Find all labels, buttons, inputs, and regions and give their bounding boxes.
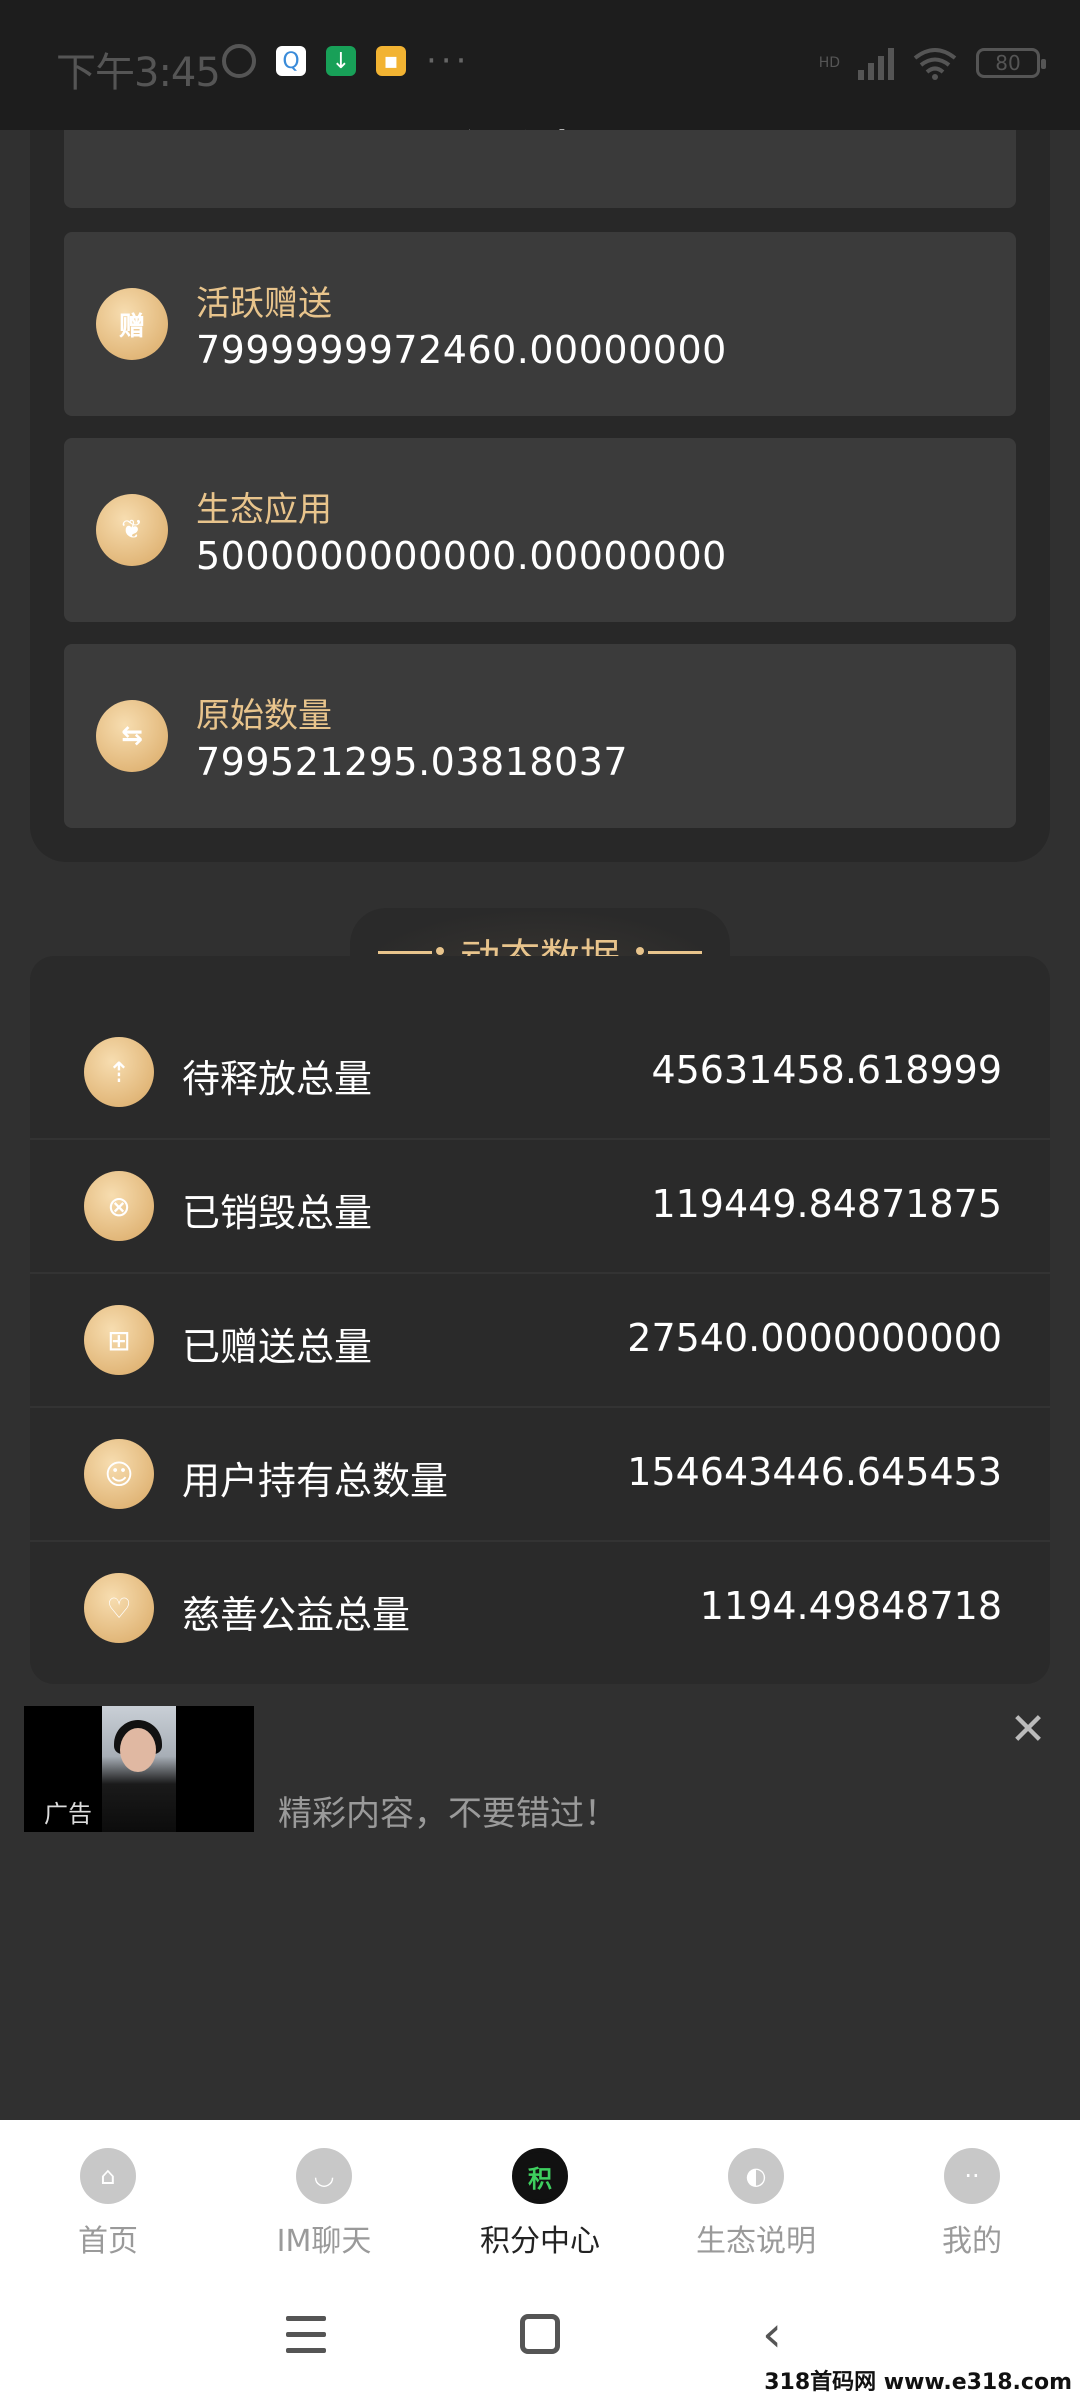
card-value: 7999999972460.00000000 bbox=[196, 328, 727, 372]
globe-leaf-icon: ❦ bbox=[96, 494, 168, 566]
profile-face-icon: ·· bbox=[944, 2148, 1000, 2204]
status-time: 下午3:45 bbox=[56, 50, 221, 96]
document-delete-icon: ⊗ bbox=[84, 1171, 154, 1241]
heart-hand-icon: ♡ bbox=[84, 1573, 154, 1643]
battery-icon: 80 bbox=[976, 48, 1046, 78]
stat-row-pending-release: ⇡ 待释放总量 45631458.618999 bbox=[30, 1006, 1050, 1140]
stat-label: 已销毁总量 bbox=[182, 1191, 373, 1235]
home-icon: ⌂ bbox=[80, 2148, 136, 2204]
system-nav-bar: ‹ 318首码网 www.e318.com bbox=[0, 2280, 1080, 2400]
tab-home[interactable]: ⌂ 首页 bbox=[18, 2148, 198, 2260]
ad-banner[interactable]: 广告 精彩内容，不要错过！ ✕ bbox=[24, 1706, 1064, 1836]
ad-person-face bbox=[120, 1728, 156, 1772]
message-notification-icon: ▪ bbox=[376, 46, 406, 76]
stat-row-charity: ♡ 慈善公益总量 1194.49848718 bbox=[30, 1542, 1050, 1676]
gift-badge-icon: 赠 bbox=[96, 288, 168, 360]
tab-points-center[interactable]: 积 积分中心 bbox=[450, 2148, 630, 2260]
bottom-tab-bar: ⌂ 首页 ◡ IM聊天 积 积分中心 ◐ 生态说明 ·· 我的 bbox=[0, 2120, 1080, 2280]
ad-text[interactable]: 精彩内容，不要错过！ bbox=[278, 1786, 618, 1835]
stat-row-gifted: ⊞ 已赠送总量 27540.0000000000 bbox=[30, 1274, 1050, 1408]
back-button[interactable]: ‹ bbox=[762, 2309, 782, 2359]
card-label: 生态应用 bbox=[196, 490, 332, 530]
stat-value: 27540.0000000000 bbox=[627, 1316, 1002, 1360]
stat-label: 待释放总量 bbox=[182, 1057, 373, 1101]
status-system-icons: HD 80 bbox=[818, 46, 1046, 80]
network-type: HD bbox=[818, 55, 840, 71]
stat-row-user-holdings: ☺ 用户持有总数量 154643446.645453 bbox=[30, 1408, 1050, 1542]
card-label: 原始数量 bbox=[196, 696, 332, 736]
tab-label: IM聊天 bbox=[276, 2224, 372, 2259]
card-active-gift: 赠 活跃赠送 7999999972460.00000000 bbox=[64, 232, 1016, 416]
status-bar: 下午3:45 Q ↓ ▪ ··· HD 80 积分中心 bbox=[0, 0, 1080, 178]
card-original-amount: ⇆ 原始数量 799521295.03818037 bbox=[64, 644, 1016, 828]
stat-row-destroyed: ⊗ 已销毁总量 119449.84871875 bbox=[30, 1140, 1050, 1274]
alarm-icon bbox=[222, 44, 256, 78]
stat-value: 1194.49848718 bbox=[699, 1584, 1002, 1628]
signal-icon bbox=[858, 46, 894, 80]
stat-label: 慈善公益总量 bbox=[182, 1593, 411, 1637]
tab-label: 首页 bbox=[78, 2224, 138, 2259]
home-button[interactable] bbox=[520, 2314, 560, 2354]
ad-tag: 广告 bbox=[44, 1800, 92, 1828]
points-center-icon: 积 bbox=[512, 2148, 568, 2204]
ad-video-thumbnail[interactable]: 广告 bbox=[24, 1706, 254, 1832]
card-label: 活跃赠送 bbox=[196, 284, 332, 324]
stat-value: 119449.84871875 bbox=[651, 1182, 1002, 1226]
status-notification-icons: Q ↓ ▪ ··· bbox=[222, 44, 470, 78]
dynamic-data-panel: ⇡ 待释放总量 45631458.618999 ⊗ 已销毁总量 119449.8… bbox=[30, 956, 1050, 1684]
app-notification-icon: Q bbox=[276, 46, 306, 76]
stat-label: 用户持有总数量 bbox=[182, 1459, 449, 1503]
card-ecosystem-app: ❦ 生态应用 5000000000000.00000000 bbox=[64, 438, 1016, 622]
wifi-icon bbox=[913, 48, 957, 80]
tab-label: 我的 bbox=[942, 2224, 1002, 2259]
card-value: 799521295.03818037 bbox=[196, 740, 629, 784]
tab-label: 生态说明 bbox=[696, 2224, 816, 2259]
card-transfer-icon: ⇆ bbox=[96, 700, 168, 772]
download-icon: ↓ bbox=[326, 46, 356, 76]
card-value: 5000000000000.00000000 bbox=[196, 534, 727, 578]
partial-card bbox=[64, 130, 1016, 208]
assets-panel: 赠 活跃赠送 7999999972460.00000000 ❦ 生态应用 500… bbox=[30, 130, 1050, 862]
folder-upload-icon: ⇡ bbox=[84, 1037, 154, 1107]
more-notifications-icon: ··· bbox=[426, 41, 471, 81]
planet-icon: ◐ bbox=[728, 2148, 784, 2204]
tab-profile[interactable]: ·· 我的 bbox=[882, 2148, 1062, 2260]
stat-value: 45631458.618999 bbox=[651, 1048, 1002, 1092]
close-icon[interactable]: ✕ bbox=[1008, 1708, 1048, 1752]
chat-icon: ◡ bbox=[296, 2148, 352, 2204]
user-chart-icon: ☺ bbox=[84, 1439, 154, 1509]
gift-box-icon: ⊞ bbox=[84, 1305, 154, 1375]
stat-label: 已赠送总量 bbox=[182, 1325, 373, 1369]
tab-ecosystem[interactable]: ◐ 生态说明 bbox=[666, 2148, 846, 2260]
recent-apps-button[interactable] bbox=[286, 2316, 326, 2354]
stat-value: 154643446.645453 bbox=[627, 1450, 1002, 1494]
tab-label: 积分中心 bbox=[480, 2224, 600, 2259]
tab-im-chat[interactable]: ◡ IM聊天 bbox=[234, 2148, 414, 2260]
watermark: 318首码网 www.e318.com bbox=[764, 2370, 1072, 2395]
